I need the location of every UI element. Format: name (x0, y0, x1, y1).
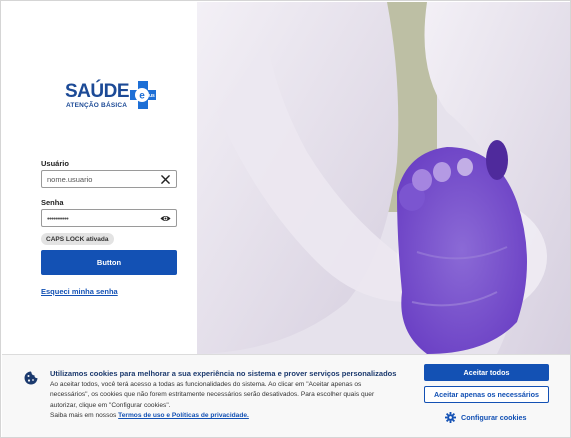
accept-all-button[interactable]: Aceitar todos (424, 364, 549, 381)
svg-text:e: e (139, 91, 145, 102)
page: SAÚDE ATENÇÃO BÁSICA e sus Usuário nome.… (0, 0, 571, 438)
esus-cross-icon: e sus (130, 81, 156, 109)
username-input[interactable]: nome.usuario (41, 170, 177, 188)
accept-necessary-button[interactable]: Aceitar apenas os necessários (424, 386, 549, 403)
login-button[interactable]: Button (41, 250, 177, 275)
configure-cookies-button[interactable]: Configurar cookies (445, 410, 527, 424)
password-label: Senha (41, 198, 64, 207)
cookie-banner: Utilizamos cookies para melhorar a sua e… (2, 354, 570, 437)
svg-text:sus: sus (146, 93, 155, 99)
cookie-body-text: Ao aceitar todos, você terá acesso a tod… (50, 381, 375, 409)
hero-photo (197, 2, 570, 354)
saude-esus-logo: SAÚDE ATENÇÃO BÁSICA e sus (65, 80, 157, 114)
logo-wordmark: SAÚDE (65, 81, 130, 102)
configure-cookies-label: Configurar cookies (461, 412, 527, 422)
logo-subtitle: ATENÇÃO BÁSICA (66, 102, 128, 109)
close-icon[interactable] (160, 174, 171, 185)
cookie-description: Ao aceitar todos, você terá acesso a tod… (50, 380, 402, 422)
username-value: nome.usuario (47, 174, 93, 184)
cookie-title: Utilizamos cookies para melhorar a sua e… (50, 369, 397, 378)
eye-icon[interactable] (160, 213, 171, 224)
terms-privacy-link[interactable]: Termos de uso e Políticas de privacidade… (118, 412, 249, 419)
caps-lock-badge: CAPS LOCK ativada (41, 233, 114, 245)
login-panel: SAÚDE ATENÇÃO BÁSICA e sus Usuário nome.… (2, 2, 197, 354)
username-label: Usuário (41, 159, 69, 168)
gloved-hands-baby-foot-image (197, 2, 570, 354)
cookie-more-prefix: Saiba mais em nossos (50, 412, 119, 420)
password-value: •••••••••• (47, 213, 69, 223)
cookie-icon (24, 371, 38, 385)
forgot-password-link[interactable]: Esqueci minha senha (41, 287, 118, 296)
gear-icon (445, 411, 456, 423)
password-input[interactable]: •••••••••• (41, 209, 177, 227)
